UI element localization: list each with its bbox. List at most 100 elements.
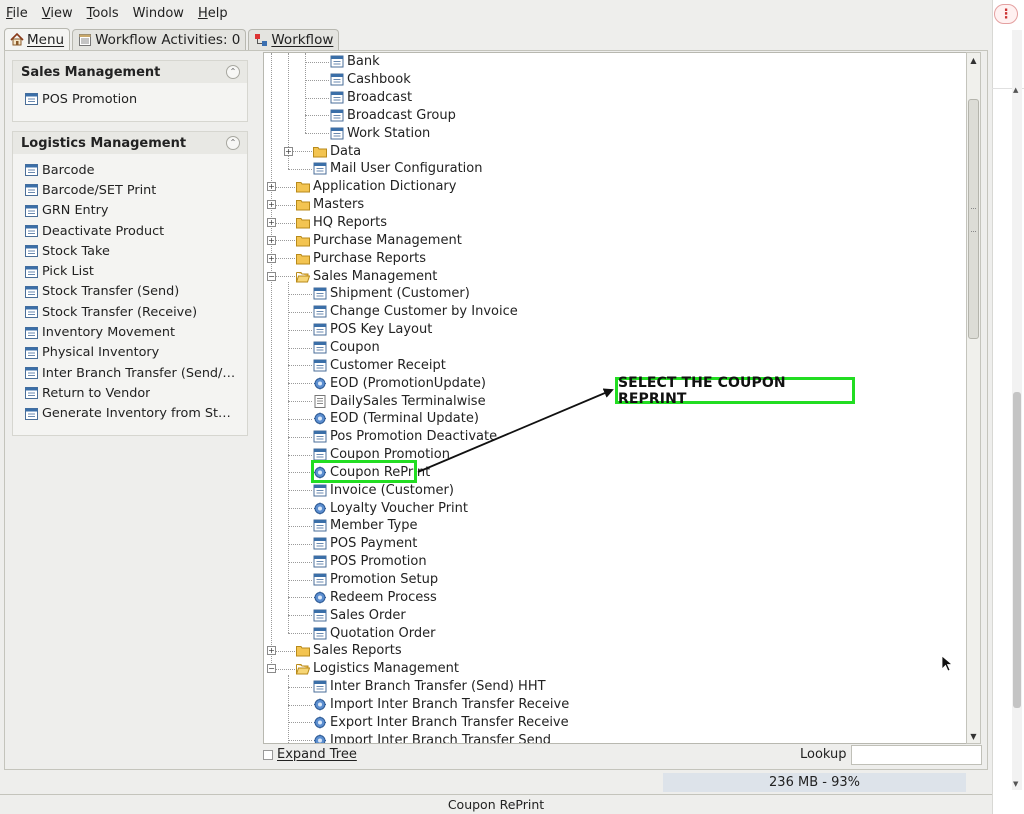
expand-icon[interactable]: + (267, 646, 276, 656)
tree-item[interactable]: Coupon (313, 339, 380, 357)
window-icon (25, 225, 42, 238)
tree-folder[interactable]: Purchase Management (296, 232, 462, 250)
expand-icon[interactable]: + (284, 146, 293, 156)
tree-folder[interactable]: Logistics Management (296, 660, 459, 678)
memory-indicator[interactable]: 236 MB - 93% (663, 773, 966, 792)
tree-item[interactable]: Redeem Process (313, 589, 437, 607)
menu-file[interactable]: File (6, 6, 28, 21)
tree-item[interactable]: POS Key Layout (313, 321, 432, 339)
expand-icon[interactable]: + (267, 235, 276, 245)
panel-menu-item[interactable]: Stock Transfer (Receive) (25, 302, 247, 322)
sales-management-header[interactable]: Sales Management ⌃ (13, 61, 247, 83)
tab-workflow[interactable]: Workflow (248, 29, 340, 50)
annotation-callout: SELECT THE COUPON REPRINT (615, 375, 855, 407)
panel-menu-item[interactable]: Physical Inventory (25, 343, 247, 363)
lookup-input[interactable] (851, 745, 982, 765)
tree-folder[interactable]: Data (313, 142, 361, 160)
window-icon (313, 430, 330, 443)
panel-menu-item-label: Pick List (42, 264, 94, 280)
tree-item[interactable]: Broadcast (330, 89, 412, 107)
tree-item[interactable]: Invoice (Customer) (313, 481, 454, 499)
tree-folder[interactable]: Purchase Reports (296, 249, 426, 267)
panel-menu-item[interactable]: Inter Branch Transfer (Send/… (25, 363, 247, 383)
tree-item[interactable]: Member Type (313, 517, 417, 535)
tree-item[interactable]: Mail User Configuration (313, 160, 482, 178)
tree-scrollbar-thumb[interactable] (968, 99, 979, 339)
panel-menu-item[interactable]: Stock Take (25, 241, 247, 261)
tree-guide-line (305, 97, 329, 99)
tree-item[interactable]: POS Promotion (313, 553, 427, 571)
tree-item[interactable]: Cashbook (330, 71, 411, 89)
tab-menu[interactable]: Menu (4, 28, 71, 50)
expand-tree-option[interactable]: Expand Tree (263, 747, 357, 762)
panel-menu-item[interactable]: Inventory Movement (25, 322, 247, 342)
gear-icon (313, 502, 330, 515)
page-scrollbar-thumb[interactable] (1013, 392, 1021, 708)
tree-folder[interactable]: Sales Management (296, 267, 437, 285)
tree-folder[interactable]: Application Dictionary (296, 178, 456, 196)
tree-item[interactable]: Work Station (330, 124, 430, 142)
scroll-down-icon[interactable]: ▼ (967, 729, 980, 743)
window-icon (313, 627, 330, 640)
tree-guide-line (288, 615, 312, 617)
tree-item[interactable]: EOD (PromotionUpdate) (313, 374, 486, 392)
expand-tree-checkbox[interactable] (263, 749, 273, 760)
tree-item[interactable]: Bank (330, 53, 380, 71)
scroll-up-icon[interactable]: ▲ (967, 53, 980, 67)
tree-item[interactable]: Sales Order (313, 606, 406, 624)
folder-icon (296, 216, 313, 229)
tree-item[interactable]: Pos Promotion Deactivate (313, 428, 497, 446)
scroll-down-icon[interactable]: ▼ (1013, 780, 1018, 788)
tree-item[interactable]: Shipment (Customer) (313, 285, 470, 303)
tree-item[interactable]: POS Payment (313, 535, 417, 553)
tree-item[interactable]: Promotion Setup (313, 571, 438, 589)
expand-icon[interactable]: + (267, 218, 276, 228)
panel-menu-item[interactable]: Barcode/SET Print (25, 180, 247, 200)
tree-item[interactable]: Export Inter Branch Transfer Receive (313, 713, 569, 731)
panel-menu-item[interactable]: Stock Transfer (Send) (25, 282, 247, 302)
tree-item[interactable]: Inter Branch Transfer (Send) HHT (313, 678, 546, 696)
tree-item-label: Sales Order (330, 607, 406, 623)
tree-item[interactable]: Loyalty Voucher Print (313, 499, 468, 517)
tree-guide-line (288, 543, 312, 545)
tree-folder[interactable]: Masters (296, 196, 364, 214)
panel-menu-item[interactable]: Barcode (25, 160, 247, 180)
tree-item-label: Loyalty Voucher Print (330, 500, 469, 516)
menu-view[interactable]: View (42, 6, 73, 21)
tree-item[interactable]: Quotation Order (313, 624, 435, 642)
panel-menu-item[interactable]: POS Promotion (25, 89, 247, 109)
tree-item[interactable]: DailySales Terminalwise (313, 392, 486, 410)
tree-guide-line (305, 53, 306, 134)
tree-item[interactable]: EOD (Terminal Update) (313, 410, 479, 428)
expand-icon[interactable]: + (267, 200, 276, 210)
panel-menu-item[interactable]: Generate Inventory from St… (25, 404, 247, 424)
collapse-icon[interactable]: ⌃ (226, 136, 240, 150)
collapse-icon[interactable]: − (267, 271, 276, 281)
tree-item[interactable]: Broadcast Group (330, 107, 456, 125)
panel-menu-item[interactable]: Pick List (25, 261, 247, 281)
tree-scrollbar[interactable]: ▲ ▼ (966, 52, 981, 744)
tab-workflow-activities[interactable]: Workflow Activities: 0 (72, 29, 247, 50)
expand-icon[interactable]: + (267, 182, 276, 192)
tree-folder[interactable]: HQ Reports (296, 214, 387, 232)
tree-item[interactable]: Import Inter Branch Transfer Receive (313, 696, 569, 714)
panel-menu-item[interactable]: Return to Vendor (25, 383, 247, 403)
tree-folder[interactable]: Sales Reports (296, 642, 402, 660)
more-options-icon[interactable]: ⋮ (994, 4, 1018, 24)
menu-help[interactable]: Help (198, 6, 228, 21)
panel-menu-item[interactable]: Deactivate Product (25, 221, 247, 241)
logistics-management-header[interactable]: Logistics Management ⌃ (13, 132, 247, 154)
tree-item[interactable]: Customer Receipt (313, 356, 446, 374)
panel-menu-item-label: Stock Take (42, 243, 110, 259)
tree-item[interactable]: Change Customer by Invoice (313, 303, 518, 321)
panel-menu-item[interactable]: GRN Entry (25, 201, 247, 221)
tree-item[interactable]: Import Inter Branch Transfer Send (313, 731, 551, 743)
expand-icon[interactable]: + (267, 253, 276, 263)
menu-tools[interactable]: Tools (87, 6, 119, 21)
tree-guide-line (288, 347, 312, 349)
report-icon (313, 394, 330, 408)
collapse-icon[interactable]: ⌃ (226, 65, 240, 79)
collapse-icon[interactable]: − (267, 664, 276, 674)
scroll-up-icon[interactable]: ▲ (1013, 86, 1018, 94)
menu-window[interactable]: Window (133, 6, 184, 21)
